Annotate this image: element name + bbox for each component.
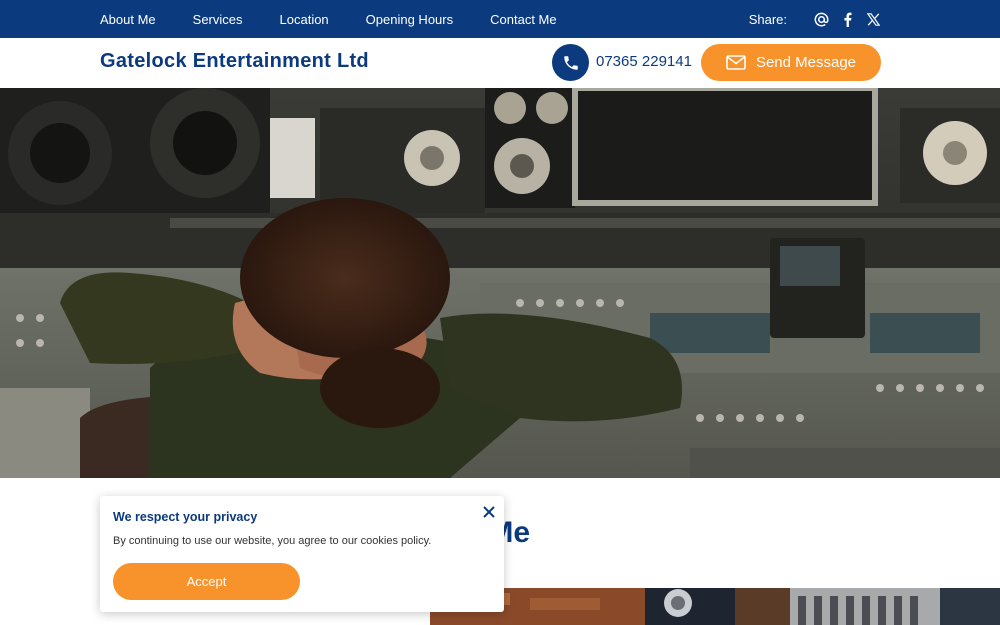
mail-icon bbox=[726, 55, 746, 70]
send-message-button[interactable]: Send Message bbox=[701, 44, 881, 81]
brand-name[interactable]: Gatelock Entertainment Ltd bbox=[100, 50, 369, 73]
site-header: Gatelock Entertainment Ltd 07365 229141 … bbox=[0, 38, 1000, 88]
nav-item-opening-hours[interactable]: Opening Hours bbox=[366, 12, 453, 27]
hero-image bbox=[0, 88, 1000, 478]
send-message-label: Send Message bbox=[755, 54, 857, 71]
phone-icon[interactable] bbox=[552, 44, 589, 81]
share-bar: Share: bbox=[749, 0, 882, 38]
share-label: Share: bbox=[748, 11, 787, 27]
main-nav: About Me Services Location Opening Hours… bbox=[100, 0, 594, 38]
nav-item-services[interactable]: Services bbox=[193, 12, 243, 27]
top-nav-bar: About Me Services Location Opening Hours… bbox=[0, 0, 1000, 38]
nav-item-contact-me[interactable]: Contact Me bbox=[490, 12, 556, 27]
close-icon[interactable] bbox=[480, 503, 498, 521]
nav-item-location[interactable]: Location bbox=[280, 12, 329, 27]
about-image bbox=[430, 588, 1000, 625]
nav-item-about-me[interactable]: About Me bbox=[100, 12, 156, 27]
phone-number[interactable]: 07365 229141 bbox=[596, 53, 692, 70]
cookie-title: We respect your privacy bbox=[113, 510, 258, 524]
cookie-text: By continuing to use our website, you ag… bbox=[113, 535, 432, 547]
accept-button[interactable]: Accept bbox=[113, 563, 300, 600]
cookie-consent-dialog: We respect your privacy By continuing to… bbox=[100, 496, 504, 612]
at-icon[interactable] bbox=[812, 10, 830, 28]
x-icon[interactable] bbox=[864, 10, 882, 28]
facebook-icon[interactable] bbox=[838, 10, 856, 28]
